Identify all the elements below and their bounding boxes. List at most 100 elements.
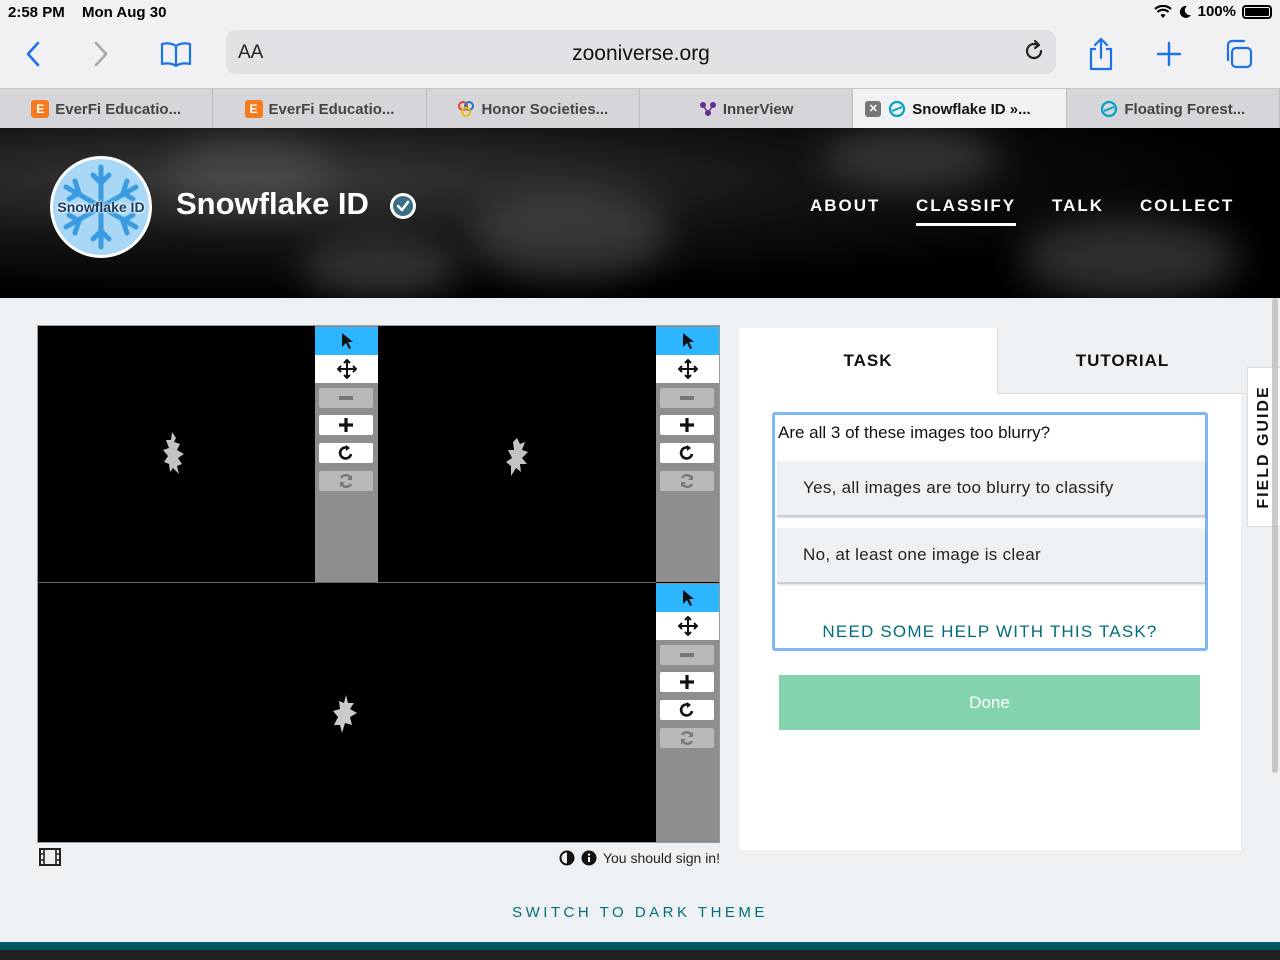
minus-icon xyxy=(680,653,694,657)
browser-tab-label: EverFi Educatio... xyxy=(268,100,395,118)
footer-bar xyxy=(0,942,1280,960)
plus-icon xyxy=(1156,41,1182,67)
reset-view-button[interactable] xyxy=(319,471,373,491)
zoom-in-button[interactable] xyxy=(319,415,373,435)
info-icon[interactable] xyxy=(581,850,597,866)
task-question: Are all 3 of these images too blurry? xyxy=(778,423,1051,442)
minus-icon xyxy=(339,396,353,400)
honor-societies-icon xyxy=(457,100,475,118)
everfi-icon: E xyxy=(244,100,263,118)
pointer-tool-button[interactable] xyxy=(315,327,378,355)
film-icon[interactable] xyxy=(39,848,61,871)
background-blur xyxy=(300,238,460,298)
project-header: Snowflake ID Snowflake ID ABOUT CLASSIFY… xyxy=(0,128,1280,298)
share-icon xyxy=(1089,37,1113,71)
snowflake-image xyxy=(163,432,184,474)
background-blur xyxy=(1020,218,1240,298)
cursor-icon xyxy=(682,590,694,606)
zoom-in-button[interactable] xyxy=(660,415,714,435)
background-blur xyxy=(470,188,670,278)
nav-talk[interactable]: TALK xyxy=(1052,196,1104,216)
subject-viewer xyxy=(37,325,720,843)
new-tab-button[interactable] xyxy=(1152,36,1186,72)
address-bar[interactable]: AA zooniverse.org xyxy=(226,30,1056,74)
tab-task[interactable]: TASK xyxy=(739,328,997,394)
done-button[interactable]: Done xyxy=(779,675,1200,730)
subject-image-1[interactable] xyxy=(38,326,315,582)
task-panel: TASK TUTORIAL Are all 3 of these images … xyxy=(739,328,1247,850)
rotate-button[interactable] xyxy=(319,443,373,463)
plus-icon xyxy=(680,418,694,432)
reset-view-button[interactable] xyxy=(660,728,714,748)
bookmarks-button[interactable] xyxy=(158,36,194,72)
image-toolbar-3 xyxy=(656,583,719,842)
move-icon xyxy=(336,359,357,379)
nav-about[interactable]: ABOUT xyxy=(810,196,880,216)
reset-view-button[interactable] xyxy=(660,471,714,491)
move-tool-button[interactable] xyxy=(315,355,378,383)
subject-image-3[interactable] xyxy=(38,583,656,842)
zoom-out-button[interactable] xyxy=(660,388,714,408)
rotate-button[interactable] xyxy=(660,700,714,720)
task-help-link[interactable]: NEED SOME HELP WITH THIS TASK? xyxy=(775,622,1205,642)
browser-tab-6[interactable]: Floating Forest... xyxy=(1067,89,1280,129)
verified-badge-icon xyxy=(390,193,416,219)
project-logo[interactable]: Snowflake ID xyxy=(50,156,152,258)
wifi-icon xyxy=(1153,4,1172,18)
cursor-icon xyxy=(341,333,353,349)
close-tab-icon[interactable]: ✕ xyxy=(865,101,882,117)
plus-icon xyxy=(339,418,353,432)
background-blur xyxy=(820,128,1000,188)
browser-tab-4[interactable]: InnerView xyxy=(640,89,854,129)
browser-tab-2[interactable]: E EverFi Educatio... xyxy=(213,89,427,129)
move-tool-button[interactable] xyxy=(656,355,719,383)
image-toolbar-2 xyxy=(656,326,719,582)
snowflake-image xyxy=(333,695,357,733)
pointer-tool-button[interactable] xyxy=(656,327,719,355)
zoom-out-button[interactable] xyxy=(660,645,714,665)
answer-no-button[interactable]: No, at least one image is clear xyxy=(777,528,1205,584)
browser-tab-label: Snowflake ID »... xyxy=(912,100,1031,118)
tab-overview-button[interactable] xyxy=(1220,36,1256,72)
project-title[interactable]: Snowflake ID xyxy=(176,186,369,222)
field-guide-label: FIELD GUIDE xyxy=(1255,385,1272,509)
zoom-out-button[interactable] xyxy=(319,388,373,408)
refresh-icon xyxy=(680,731,694,745)
nav-classify[interactable]: CLASSIFY xyxy=(916,196,1017,226)
viewer-footer: You should sign in! xyxy=(37,846,720,868)
back-button[interactable] xyxy=(18,36,48,72)
zooniverse-icon xyxy=(888,100,906,118)
reload-button[interactable] xyxy=(1022,39,1046,68)
browser-tab-3[interactable]: Honor Societies... xyxy=(427,89,640,129)
task-box: Are all 3 of these images too blurry? Ye… xyxy=(772,412,1208,651)
minus-icon xyxy=(680,396,694,400)
signin-message[interactable]: You should sign in! xyxy=(603,850,720,866)
browser-tab-1[interactable]: E EverFi Educatio... xyxy=(0,89,214,129)
share-button[interactable] xyxy=(1084,36,1118,72)
nav-collect[interactable]: COLLECT xyxy=(1140,196,1234,216)
zooniverse-icon xyxy=(1100,100,1118,118)
status-date: Mon Aug 30 xyxy=(82,4,167,21)
tabs-icon xyxy=(1226,39,1253,69)
status-time: 2:58 PM xyxy=(8,4,65,21)
browser-toolbar: AA zooniverse.org xyxy=(0,24,1280,88)
cursor-icon xyxy=(682,333,694,349)
tab-tutorial[interactable]: TUTORIAL xyxy=(997,328,1247,394)
answer-yes-button[interactable]: Yes, all images are too blurry to classi… xyxy=(777,461,1205,517)
browser-tab-5[interactable]: ✕ Snowflake ID »... xyxy=(853,89,1067,129)
subject-image-2[interactable] xyxy=(379,326,656,582)
forward-button[interactable] xyxy=(86,36,116,72)
move-icon xyxy=(677,359,698,379)
pointer-tool-button[interactable] xyxy=(656,584,719,612)
refresh-icon xyxy=(680,474,694,488)
page-scrollbar[interactable] xyxy=(1272,298,1278,773)
browser-tab-label: Floating Forest... xyxy=(1124,100,1246,118)
contrast-icon[interactable] xyxy=(559,850,575,866)
everfi-icon: E xyxy=(31,100,50,118)
move-tool-button[interactable] xyxy=(656,612,719,640)
dark-theme-toggle[interactable]: SWITCH TO DARK THEME xyxy=(0,904,1280,921)
rotate-button[interactable] xyxy=(660,443,714,463)
refresh-icon xyxy=(339,474,353,488)
signin-notice: You should sign in! xyxy=(559,850,720,866)
zoom-in-button[interactable] xyxy=(660,672,714,692)
